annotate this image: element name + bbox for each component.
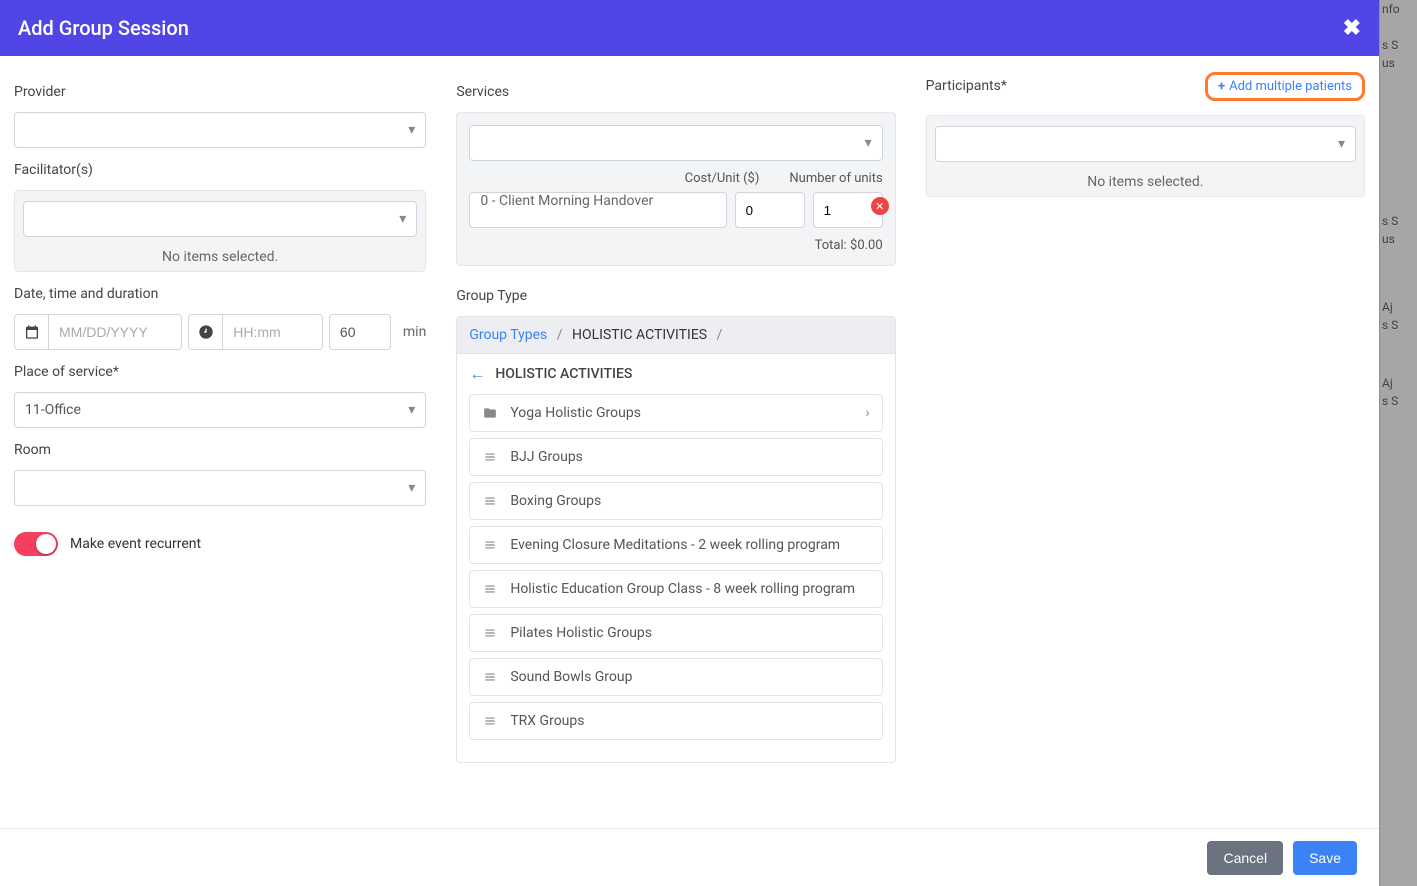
place-select[interactable]: 11-Office ▾ [14, 392, 426, 428]
place-value: 11-Office [25, 402, 81, 418]
back-arrow-icon[interactable]: ← [469, 364, 485, 384]
add-multiple-patients-button[interactable]: + Add multiple patients [1205, 72, 1365, 101]
crumb-current: HOLISTIC ACTIVITIES [572, 327, 707, 343]
service-row: 0 - Client Morning Handover [469, 192, 882, 228]
chevron-down-icon: ▾ [408, 480, 415, 496]
list-icon [482, 494, 498, 508]
group-type-item-label: Yoga Holistic Groups [510, 405, 641, 421]
crumb-root[interactable]: Group Types [469, 327, 547, 343]
group-type-item-label: BJJ Groups [510, 449, 583, 465]
group-type-item-label: Sound Bowls Group [510, 669, 632, 685]
list-icon [482, 714, 498, 728]
services-columns-header: Cost/Unit ($) Number of units [469, 171, 882, 186]
place-label: Place of service* [14, 364, 426, 380]
group-type-breadcrumb: Group Types / HOLISTIC ACTIVITIES / [456, 316, 895, 354]
list-icon [482, 670, 498, 684]
datetime-row: min [14, 314, 426, 350]
group-type-item[interactable]: Boxing Groups [469, 482, 882, 520]
facilitators-select[interactable]: ▾ [23, 201, 417, 237]
facilitators-panel: ▾ No items selected. [14, 190, 426, 272]
provider-label: Provider [14, 84, 426, 100]
modal-header: Add Group Session ✖ [0, 0, 1379, 56]
group-type-item-label: Holistic Education Group Class - 8 week … [510, 581, 855, 597]
modal-title: Add Group Session [18, 16, 189, 40]
column-middle: Services ▾ Cost/Unit ($) Number of units… [456, 78, 895, 818]
facilitators-empty: No items selected. [23, 237, 417, 271]
chevron-down-icon: ▾ [399, 211, 406, 227]
column-left: Provider ▾ Facilitator(s) ▾ No items sel… [14, 78, 426, 818]
list-icon [482, 450, 498, 464]
add-group-session-modal: Add Group Session ✖ Provider ▾ Facilitat… [0, 0, 1379, 886]
cost-header: Cost/Unit ($) [685, 171, 760, 186]
group-type-list: Yoga Holistic Groups › BJJ Groups Boxing Gr… [469, 394, 882, 740]
list-icon [482, 626, 498, 640]
units-header: Number of units [789, 171, 882, 186]
services-label: Services [456, 84, 895, 100]
column-right: Participants* + Add multiple patients ▾ … [926, 78, 1365, 818]
chevron-down-icon: ▾ [408, 122, 415, 138]
list-icon [482, 582, 498, 596]
group-type-item-label: Evening Closure Meditations - 2 week rol… [510, 537, 840, 553]
room-select[interactable]: ▾ [14, 470, 426, 506]
provider-select[interactable]: ▾ [14, 112, 426, 148]
date-input[interactable] [48, 314, 182, 350]
datetime-label: Date, time and duration [14, 286, 426, 302]
recurrent-toggle[interactable] [14, 532, 58, 556]
group-type-item[interactable]: BJJ Groups [469, 438, 882, 476]
add-multiple-patients-label: Add multiple patients [1229, 79, 1352, 94]
chevron-down-icon: ▾ [408, 402, 415, 418]
services-panel: ▾ Cost/Unit ($) Number of units 0 - Clie… [456, 112, 895, 266]
group-type-item[interactable]: TRX Groups [469, 702, 882, 740]
chevron-right-icon: › [865, 405, 869, 421]
group-type-item[interactable]: Evening Closure Meditations - 2 week rol… [469, 526, 882, 564]
services-total: Total: $0.00 [469, 238, 882, 253]
group-type-item[interactable]: Sound Bowls Group [469, 658, 882, 696]
group-type-item[interactable]: Yoga Holistic Groups › [469, 394, 882, 432]
time-input[interactable] [222, 314, 323, 350]
room-label: Room [14, 442, 426, 458]
close-icon[interactable]: ✖ [1343, 16, 1361, 41]
min-unit: min [397, 324, 426, 340]
chevron-down-icon: ▾ [865, 135, 872, 151]
recurrent-row: Make event recurrent [14, 532, 426, 556]
group-type-item-label: TRX Groups [510, 713, 584, 729]
group-type-item[interactable]: Pilates Holistic Groups [469, 614, 882, 652]
service-name: 0 - Client Morning Handover [469, 192, 726, 228]
group-type-body: ← HOLISTIC ACTIVITIES Yoga Holistic Grou… [456, 354, 895, 763]
modal-footer: Cancel Save [0, 828, 1379, 886]
duration-input[interactable] [329, 314, 391, 350]
group-type-item-label: Boxing Groups [510, 493, 601, 509]
modal-body: Provider ▾ Facilitator(s) ▾ No items sel… [0, 56, 1379, 828]
group-type-item-label: Pilates Holistic Groups [510, 625, 652, 641]
participants-select[interactable]: ▾ [935, 126, 1356, 162]
services-select[interactable]: ▾ [469, 125, 882, 161]
remove-service-icon[interactable]: ✕ [871, 197, 889, 215]
list-icon [482, 538, 498, 552]
group-type-label: Group Type [456, 288, 895, 304]
group-type-heading: HOLISTIC ACTIVITIES [495, 366, 632, 382]
participants-panel: ▾ No items selected. [926, 115, 1365, 197]
group-type-item[interactable]: Holistic Education Group Class - 8 week … [469, 570, 882, 608]
clock-icon[interactable] [188, 314, 222, 350]
folder-icon [482, 406, 498, 420]
participants-label: Participants* [926, 78, 1007, 94]
recurrent-label: Make event recurrent [70, 536, 201, 552]
cost-input[interactable] [735, 192, 805, 228]
cancel-button[interactable]: Cancel [1207, 841, 1283, 875]
facilitators-label: Facilitator(s) [14, 162, 426, 178]
participants-empty: No items selected. [935, 162, 1356, 196]
group-type-panel: Group Types / HOLISTIC ACTIVITIES / ← HO… [456, 316, 895, 763]
plus-icon: + [1218, 79, 1225, 94]
chevron-down-icon: ▾ [1338, 136, 1345, 152]
calendar-icon[interactable] [14, 314, 48, 350]
save-button[interactable]: Save [1293, 841, 1357, 875]
